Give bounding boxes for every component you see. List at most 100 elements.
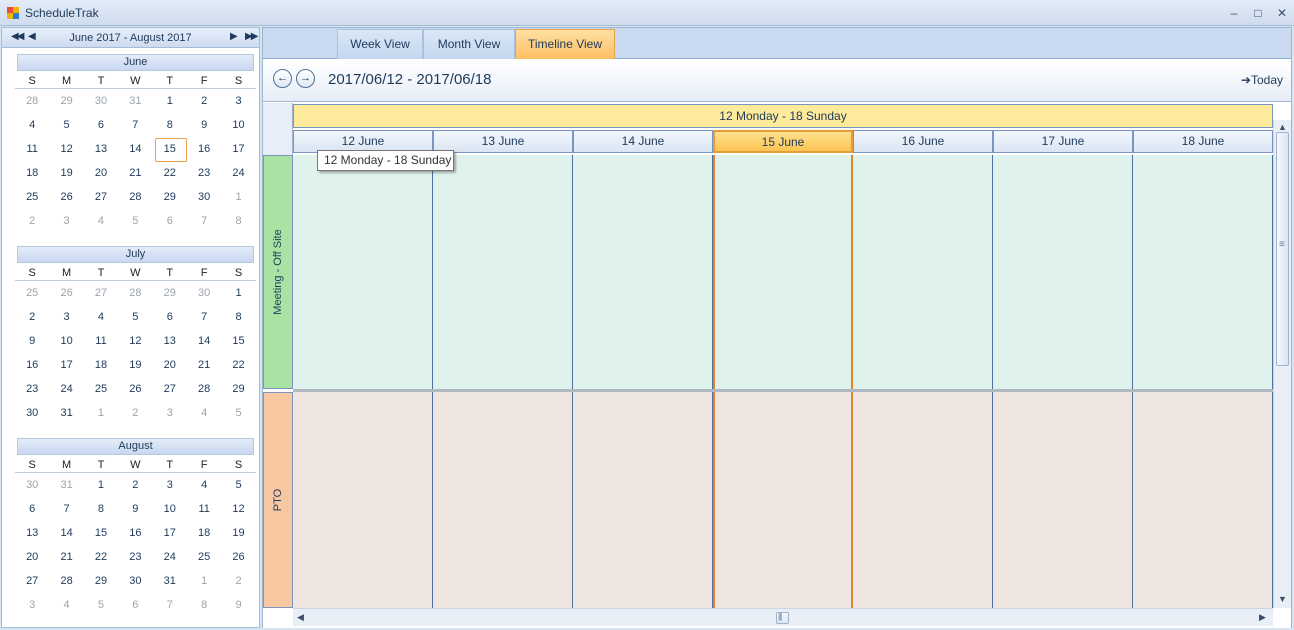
calendar-day[interactable]: 25: [15, 185, 49, 209]
calendar-day[interactable]: 6: [153, 305, 187, 329]
calendar-day[interactable]: 18: [15, 161, 49, 185]
maximize-button[interactable]: □: [1248, 5, 1268, 21]
calendar-day[interactable]: 10: [153, 497, 187, 521]
timeline-cell[interactable]: [573, 392, 713, 608]
close-button[interactable]: ✕: [1272, 5, 1292, 21]
calendar-day[interactable]: 20: [15, 545, 49, 569]
calendar-day[interactable]: 23: [187, 161, 221, 185]
vertical-scrollbar[interactable]: ▲ ≡ ▼: [1273, 120, 1291, 608]
day-header[interactable]: 16 June: [853, 130, 993, 153]
calendar-day[interactable]: 4: [187, 473, 221, 497]
calendar-day[interactable]: 4: [84, 305, 118, 329]
calendar-day[interactable]: 1: [221, 185, 255, 209]
calendar-day[interactable]: 9: [221, 593, 255, 617]
calendar-day[interactable]: 12: [49, 137, 83, 161]
timeline-cell[interactable]: [993, 155, 1133, 389]
calendar-day[interactable]: 2: [118, 401, 152, 425]
calendar-day[interactable]: 26: [49, 185, 83, 209]
day-header[interactable]: 18 June: [1133, 130, 1273, 153]
calendar-day[interactable]: 24: [221, 161, 255, 185]
scroll-down-icon[interactable]: ▼: [1278, 594, 1287, 604]
calendar-day[interactable]: 31: [153, 569, 187, 593]
calendar-day[interactable]: 19: [221, 521, 255, 545]
calendar-day[interactable]: 9: [15, 329, 49, 353]
calendar-day[interactable]: 3: [153, 401, 187, 425]
calendar-day[interactable]: 1: [84, 401, 118, 425]
calendar-day[interactable]: 8: [221, 305, 255, 329]
next-quarter-icon[interactable]: ▶▶: [245, 31, 258, 42]
timeline-cell[interactable]: [1133, 155, 1273, 389]
calendar-day[interactable]: 26: [221, 545, 255, 569]
scroll-left-icon[interactable]: ◀: [297, 612, 304, 623]
scroll-right-icon[interactable]: ▶: [1259, 612, 1266, 623]
calendar-day[interactable]: 28: [187, 377, 221, 401]
calendar-day[interactable]: 1: [84, 473, 118, 497]
calendar-day[interactable]: 3: [153, 473, 187, 497]
minimize-button[interactable]: –: [1224, 5, 1244, 21]
calendar-day[interactable]: 2: [15, 209, 49, 233]
day-header[interactable]: 13 June: [433, 130, 573, 153]
calendar-day[interactable]: 25: [187, 545, 221, 569]
calendar-day[interactable]: 13: [84, 137, 118, 161]
calendar-day[interactable]: 17: [153, 521, 187, 545]
resource-header[interactable]: PTO: [263, 392, 293, 608]
calendar-day[interactable]: 7: [118, 113, 152, 137]
calendar-day[interactable]: 7: [187, 209, 221, 233]
calendar-day[interactable]: 28: [118, 281, 152, 305]
tab-week-view[interactable]: Week View: [337, 29, 423, 59]
calendar-day[interactable]: 30: [15, 401, 49, 425]
calendar-day[interactable]: 30: [15, 473, 49, 497]
calendar-day[interactable]: 5: [49, 113, 83, 137]
calendar-day[interactable]: 10: [49, 329, 83, 353]
calendar-day[interactable]: 30: [84, 89, 118, 113]
calendar-day[interactable]: 16: [15, 353, 49, 377]
timeline-cell[interactable]: [713, 155, 853, 389]
calendar-day[interactable]: 29: [221, 377, 255, 401]
calendar-day[interactable]: 23: [118, 545, 152, 569]
calendar-day[interactable]: 16: [118, 521, 152, 545]
calendar-day[interactable]: 28: [15, 89, 49, 113]
calendar-day[interactable]: 12: [221, 497, 255, 521]
calendar-day[interactable]: 3: [49, 209, 83, 233]
calendar-day[interactable]: 28: [49, 569, 83, 593]
calendar-day[interactable]: 3: [49, 305, 83, 329]
calendar-day[interactable]: 20: [84, 161, 118, 185]
calendar-day[interactable]: 27: [153, 377, 187, 401]
calendar-day[interactable]: 6: [84, 113, 118, 137]
calendar-day[interactable]: 30: [187, 185, 221, 209]
calendar-day[interactable]: 24: [153, 545, 187, 569]
calendar-day[interactable]: 26: [49, 281, 83, 305]
calendar-day[interactable]: 5: [84, 593, 118, 617]
calendar-day[interactable]: 5: [118, 209, 152, 233]
calendar-day[interactable]: 9: [118, 497, 152, 521]
calendar-day[interactable]: 15: [84, 521, 118, 545]
calendar-day[interactable]: 29: [49, 89, 83, 113]
calendar-day[interactable]: 4: [84, 209, 118, 233]
calendar-day[interactable]: 21: [49, 545, 83, 569]
timeline-cell[interactable]: [853, 392, 993, 608]
calendar-day[interactable]: 12: [118, 329, 152, 353]
tab-timeline-view[interactable]: Timeline View: [515, 29, 615, 59]
calendar-day[interactable]: 22: [221, 353, 255, 377]
calendar-day[interactable]: 1: [187, 569, 221, 593]
calendar-day[interactable]: 26: [118, 377, 152, 401]
calendar-day[interactable]: 2: [15, 305, 49, 329]
calendar-day[interactable]: 7: [153, 593, 187, 617]
calendar-day[interactable]: 4: [187, 401, 221, 425]
calendar-day[interactable]: 29: [84, 569, 118, 593]
timeline-cell[interactable]: [293, 392, 433, 608]
calendar-day[interactable]: 27: [84, 185, 118, 209]
calendar-day[interactable]: 8: [153, 113, 187, 137]
calendar-day[interactable]: 6: [153, 209, 187, 233]
calendar-day[interactable]: 31: [49, 473, 83, 497]
timeline-cell[interactable]: [573, 155, 713, 389]
timeline-cell[interactable]: [993, 392, 1133, 608]
calendar-day[interactable]: 20: [153, 353, 187, 377]
timeline-cell[interactable]: [433, 392, 573, 608]
calendar-day[interactable]: 17: [49, 353, 83, 377]
calendar-day[interactable]: 11: [15, 137, 49, 161]
resource-header[interactable]: Meeting - Off Site: [263, 155, 293, 389]
calendar-day[interactable]: 18: [84, 353, 118, 377]
day-header[interactable]: 14 June: [573, 130, 713, 153]
calendar-day[interactable]: 19: [49, 161, 83, 185]
